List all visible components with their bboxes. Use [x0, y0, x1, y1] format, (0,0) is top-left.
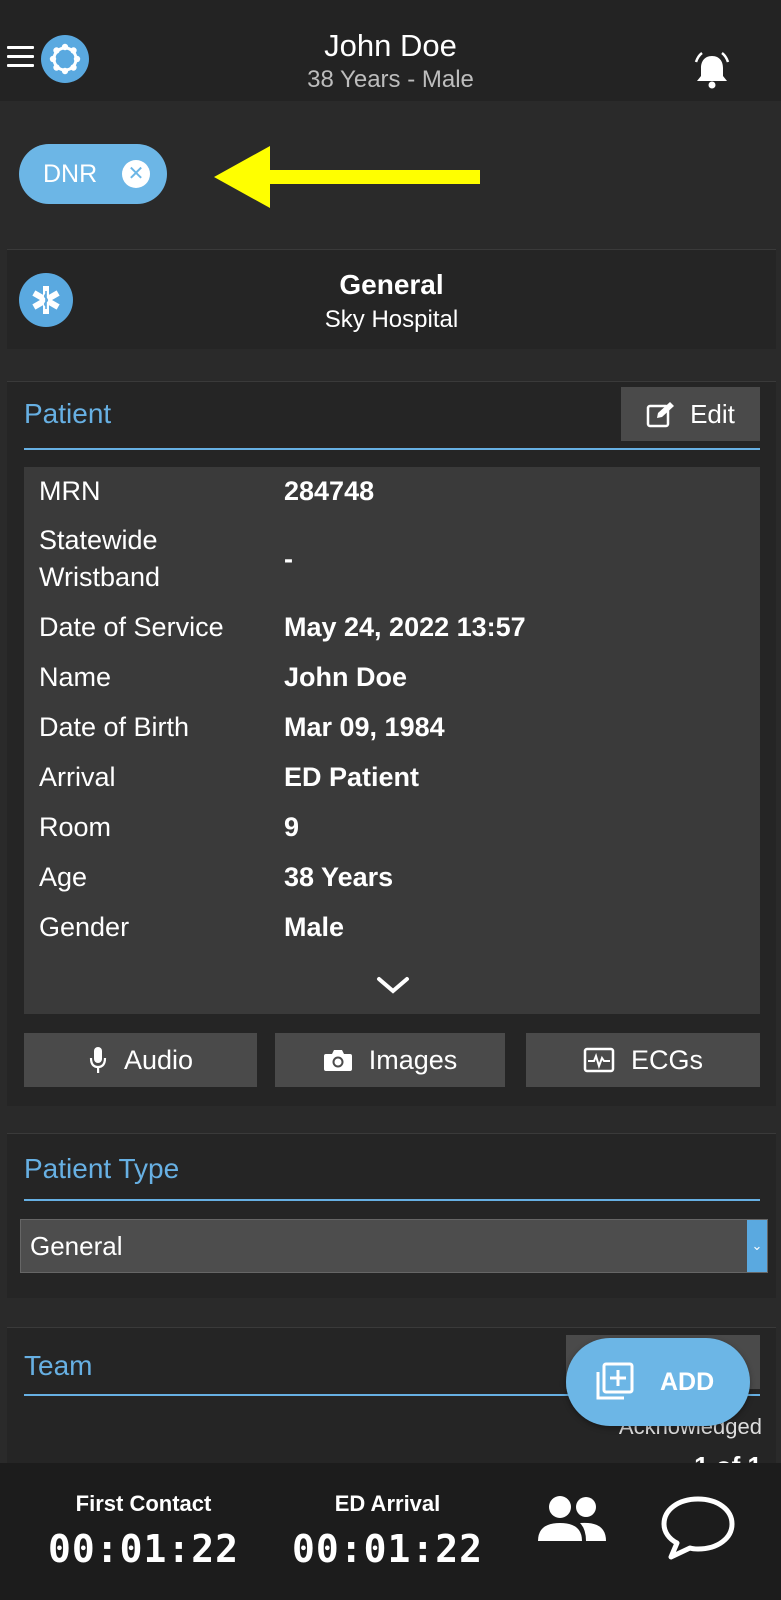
- team-title: Team: [24, 1350, 93, 1381]
- images-button[interactable]: Images: [275, 1033, 505, 1087]
- dnr-tag[interactable]: DNR ✕: [19, 144, 167, 204]
- audio-button[interactable]: Audio: [24, 1033, 257, 1087]
- info-label: MRN: [39, 476, 101, 506]
- chevron-down-icon[interactable]: [376, 975, 410, 995]
- patient-section-divider: [24, 448, 760, 450]
- info-value: -: [284, 544, 293, 574]
- add-button[interactable]: ADD: [566, 1338, 750, 1426]
- facility-subtitle: Sky Hospital: [324, 306, 459, 333]
- dnr-tag-label: DNR: [43, 159, 98, 188]
- highlight-arrow-icon: [214, 146, 480, 208]
- info-label: Age: [39, 862, 88, 892]
- ed-arrival-timer: 00:01:22: [291, 1527, 484, 1571]
- info-label: Statewide Wristband: [39, 525, 161, 592]
- info-value: 284748: [284, 476, 375, 506]
- first-contact-label: First Contact: [75, 1491, 212, 1516]
- patient-type-divider: [24, 1199, 760, 1201]
- edit-button-label: Edit: [690, 398, 735, 429]
- add-note-icon: [596, 1362, 634, 1400]
- ecgs-button[interactable]: ECGs: [526, 1033, 760, 1087]
- chat-icon[interactable]: [660, 1495, 736, 1561]
- patient-age-gender: 38 Years - Male: [307, 66, 474, 93]
- ecgs-button-label: ECGs: [630, 1044, 703, 1075]
- chevron-down-icon[interactable]: ⌄: [747, 1220, 767, 1272]
- info-label: Date of Birth: [39, 712, 190, 742]
- edit-icon: [646, 402, 675, 428]
- patient-type-selected: General: [30, 1230, 123, 1261]
- info-label: Gender: [39, 912, 130, 942]
- info-value: 9: [284, 812, 300, 842]
- top-bar: John Doe 38 Years - Male: [0, 0, 781, 101]
- patient-info-table: MRN 284748 Statewide Wristband - Date of…: [24, 467, 760, 1014]
- info-value: John Doe: [284, 662, 408, 692]
- info-label: Date of Service: [39, 612, 224, 642]
- info-value: Male: [284, 912, 345, 942]
- add-button-label: ADD: [660, 1367, 715, 1396]
- camera-icon: [323, 1050, 352, 1071]
- edit-button[interactable]: Edit: [621, 387, 760, 441]
- bottom-bar: First Contact 00:01:22 ED Arrival 00:01:…: [0, 1463, 781, 1600]
- facility-card: General Sky Hospital: [7, 249, 776, 349]
- patient-name-title: John Doe: [324, 28, 457, 63]
- images-button-label: Images: [368, 1044, 458, 1075]
- info-value: Mar 09, 1984: [284, 712, 445, 742]
- microphone-icon: [89, 1047, 107, 1073]
- audio-button-label: Audio: [123, 1044, 194, 1075]
- info-value: 38 Years: [284, 862, 394, 892]
- ed-arrival-label: ED Arrival: [334, 1491, 441, 1516]
- remove-tag-icon[interactable]: ✕: [122, 160, 150, 188]
- facility-title: General: [339, 269, 444, 300]
- info-label: Name: [39, 662, 112, 692]
- info-label: Room: [39, 812, 112, 842]
- ecg-icon: [583, 1047, 615, 1073]
- info-label: Arrival: [39, 762, 116, 792]
- patient-type-select[interactable]: General ⌄: [20, 1219, 768, 1273]
- team-icon[interactable]: [536, 1493, 608, 1545]
- patient-type-card: Patient Type General ⌄: [7, 1133, 776, 1298]
- info-value: May 24, 2022 13:57: [284, 612, 526, 642]
- alarm-bell-icon[interactable]: [690, 48, 734, 92]
- patient-type-title: Patient Type: [24, 1153, 180, 1184]
- first-contact-timer: 00:01:22: [47, 1527, 240, 1571]
- info-value: ED Patient: [284, 762, 420, 792]
- patient-card: Patient Edit MRN 284748 Statewide Wristb…: [7, 381, 776, 1106]
- patient-section-title: Patient: [24, 398, 112, 429]
